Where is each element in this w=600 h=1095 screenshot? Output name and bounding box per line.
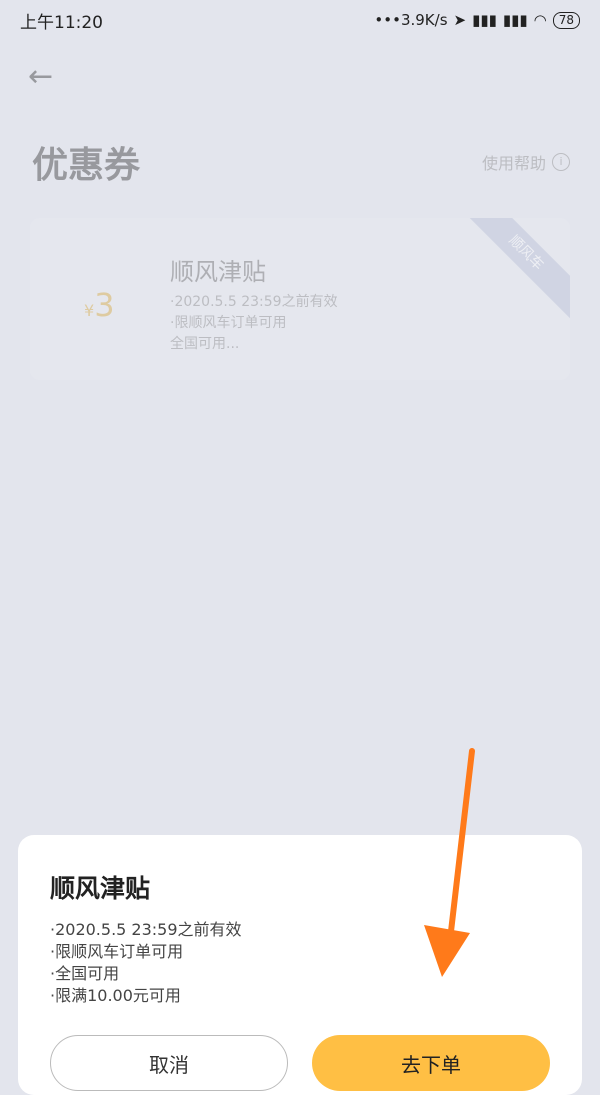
sheet-rules: ·2020.5.5 23:59之前有效 ·限顺风车订单可用 ·全国可用 ·限满1… [50, 919, 242, 1007]
help-link[interactable]: 使用帮助 i [482, 150, 570, 174]
sheet-title: 顺风津贴 [50, 874, 151, 903]
coupon-currency: ¥ [84, 301, 95, 320]
coupon-card[interactable]: ¥3 顺风津贴 ·2020.5.5 23:59之前有效 ·限顺风车订单可用 全国… [30, 218, 570, 380]
status-time: 上午11:20 [20, 12, 103, 33]
coupon-tag-ribbon: 顺风车 [458, 218, 570, 321]
coupon-rule: ·限顺风车订单可用 [170, 315, 287, 331]
annotation-arrow-icon [424, 748, 475, 977]
signal-icon-2: ▮▮▮ [502, 11, 528, 29]
status-icons: •••3.9K/s ➤ ▮▮▮ ▮▮▮ ◠ 78 [374, 11, 580, 29]
help-label: 使用帮助 [481, 154, 546, 173]
coupon-value: 3 [94, 286, 115, 324]
wifi-icon: ◠ [533, 11, 547, 29]
network-speed: •••3.9K/s [374, 11, 448, 29]
sheet-rule: ·2020.5.5 23:59之前有效 [50, 920, 242, 939]
place-order-button[interactable]: 去下单 [312, 1035, 550, 1091]
coupon-rules: ·2020.5.5 23:59之前有效 ·限顺风车订单可用 全国可用... [170, 292, 338, 355]
sheet-rule: ·全国可用 [50, 964, 120, 983]
info-icon: i [552, 153, 570, 171]
location-icon: ➤ [453, 11, 467, 29]
status-bar: 上午11:20 •••3.9K/s ➤ ▮▮▮ ▮▮▮ ◠ 78 [0, 0, 600, 40]
coupon-rule: ·2020.5.5 23:59之前有效 [170, 294, 338, 310]
page-title: 优惠券 [32, 145, 141, 186]
coupon-rule: 全国可用... [170, 336, 240, 352]
sheet-rule: ·限顺风车订单可用 [50, 942, 184, 961]
sheet-rule: ·限满10.00元可用 [50, 986, 181, 1005]
cancel-button[interactable]: 取消 [50, 1035, 288, 1091]
coupon-amount: ¥3 [84, 286, 115, 324]
coupon-name: 顺风津贴 [170, 258, 266, 286]
battery-icon: 78 [552, 11, 580, 29]
signal-icon: ▮▮▮ [472, 11, 497, 29]
back-arrow-icon[interactable]: ← [28, 60, 62, 94]
